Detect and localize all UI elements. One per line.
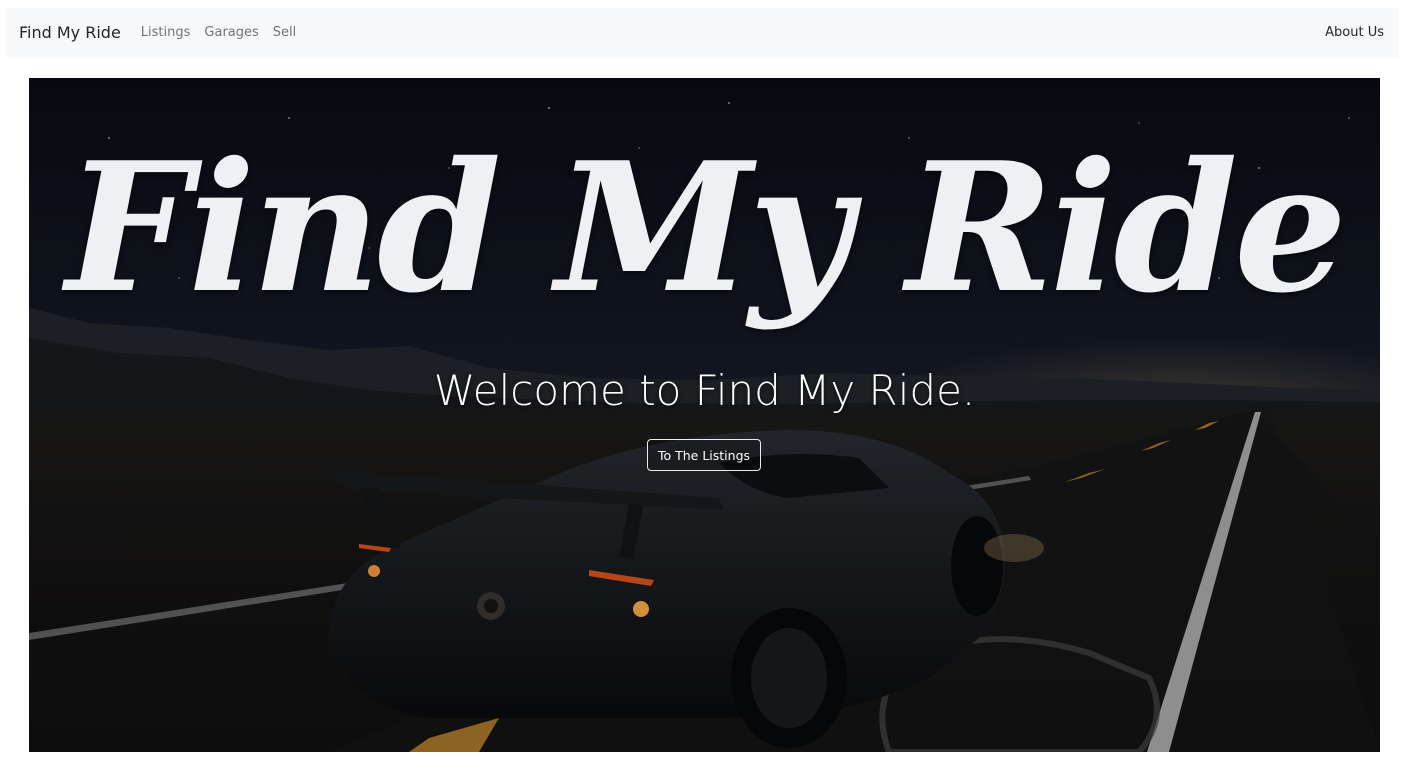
nav-link-about-us[interactable]: About Us bbox=[1325, 25, 1384, 40]
nav-link-sell[interactable]: Sell bbox=[273, 25, 296, 40]
nav-link-listings[interactable]: Listings bbox=[141, 25, 191, 40]
hero-logo-wordmark: Find My Ride bbox=[65, 123, 1348, 332]
nav-links: Listings Garages Sell bbox=[141, 25, 296, 40]
nav-link-garages[interactable]: Garages bbox=[204, 25, 258, 40]
hero-welcome-heading: Welcome to Find My Ride. bbox=[433, 366, 976, 415]
navbar-brand[interactable]: Find My Ride bbox=[19, 23, 121, 42]
to-listings-button[interactable]: To The Listings bbox=[647, 439, 761, 471]
hero-banner: Find My Ride Welcome to Find My Ride. To… bbox=[29, 78, 1380, 752]
top-navbar: Find My Ride Listings Garages Sell About… bbox=[6, 8, 1399, 57]
